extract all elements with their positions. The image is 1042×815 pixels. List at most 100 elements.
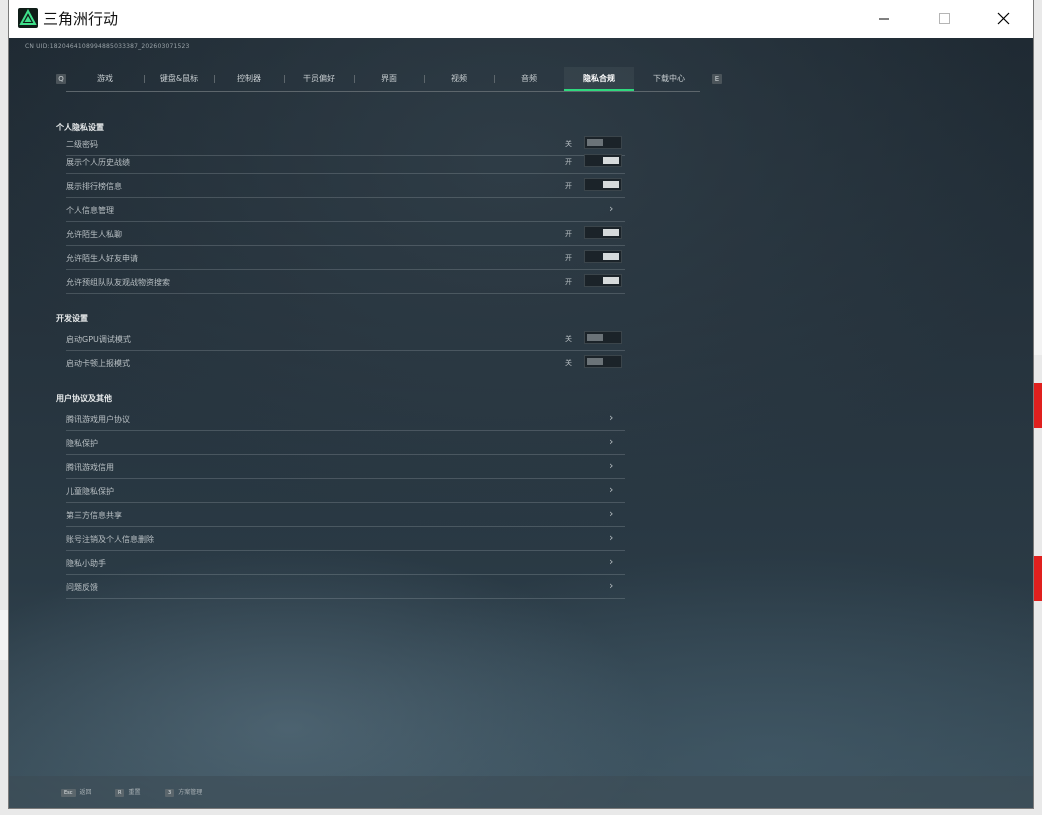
toggle-knob [603, 253, 619, 260]
chevron-right-icon: › [609, 531, 614, 544]
chevron-right-icon: › [609, 435, 614, 448]
row-label: 个人信息管理 [66, 206, 114, 215]
row-label: 隐私保护 [66, 439, 98, 448]
toggle-state-label: 开 [565, 230, 572, 238]
chevron-right-icon: › [609, 507, 614, 520]
toggle-switch[interactable] [584, 178, 622, 191]
tab-privacy-compliance[interactable]: 隐私合规 [564, 67, 634, 91]
setting-row-show-history[interactable]: 展示个人历史战绩 开 [66, 150, 625, 174]
toggle-knob [603, 229, 619, 236]
tab-interface[interactable]: 界面 [354, 67, 424, 91]
setting-row-personal-info[interactable]: 个人信息管理 › [66, 198, 625, 222]
toggle-switch[interactable] [584, 154, 622, 167]
link-row-account-deletion[interactable]: 账号注销及个人信息删除 › [66, 527, 625, 551]
hint-label: 返回 [79, 789, 92, 796]
row-label: 腾讯游戏信用 [66, 463, 114, 472]
chevron-right-icon: › [609, 411, 614, 424]
chevron-right-icon: › [609, 202, 614, 215]
link-row-feedback[interactable]: 问题反馈 › [66, 575, 625, 599]
key-badge: 3 [165, 789, 175, 797]
row-label: 启动卡顿上报模式 [66, 359, 130, 368]
delta-force-logo-icon [18, 8, 38, 28]
tab-next-key[interactable]: E [712, 74, 722, 84]
chevron-right-icon: › [609, 579, 614, 592]
background-window-strip-left [0, 610, 9, 660]
row-label: 启动GPU调试模式 [66, 335, 131, 344]
tab-audio[interactable]: 音频 [494, 67, 564, 91]
toggle-switch[interactable] [584, 355, 622, 368]
toggle-knob [603, 181, 619, 188]
section-title-agreements: 用户协议及其他 [56, 394, 112, 403]
toggle-state-label: 关 [565, 359, 572, 367]
row-label: 儿童隐私保护 [66, 487, 114, 496]
background-red-block-2 [1033, 556, 1042, 601]
row-label: 账号注销及个人信息删除 [66, 535, 154, 544]
row-label: 问题反馈 [66, 583, 98, 592]
game-settings-screen: CN UID:1820464108994885033387_2026030715… [9, 38, 1033, 808]
tab-prev-key[interactable]: Q [56, 74, 66, 84]
section-title-dev: 开发设置 [56, 314, 88, 323]
toggle-state-label: 开 [565, 278, 572, 286]
window-title: 三角洲行动 [43, 10, 119, 28]
link-row-game-credit[interactable]: 腾讯游戏信用 › [66, 455, 625, 479]
link-row-user-agreement[interactable]: 腾讯游戏用户协议 › [66, 407, 625, 431]
setting-row-stranger-chat[interactable]: 允许陌生人私聊 开 [66, 222, 625, 246]
chevron-right-icon: › [609, 459, 614, 472]
link-row-third-party-sharing[interactable]: 第三方信息共享 › [66, 503, 625, 527]
toggle-switch[interactable] [584, 136, 622, 149]
toggle-state-label: 开 [565, 182, 572, 190]
toggle-knob [603, 277, 619, 284]
key-badge: R [115, 789, 125, 797]
toggle-state-label: 开 [565, 158, 572, 166]
hint-label: 方案管理 [178, 789, 203, 796]
setting-row-stranger-friend-request[interactable]: 允许陌生人好友申请 开 [66, 246, 625, 270]
toggle-knob [587, 334, 603, 341]
tab-operator-preference[interactable]: 干员偏好 [284, 67, 354, 91]
tab-download-center[interactable]: 下载中心 [634, 67, 704, 91]
toggle-knob [603, 157, 619, 164]
row-label: 展示排行榜信息 [66, 182, 122, 191]
toggle-switch[interactable] [584, 274, 622, 287]
hint-label: 重置 [128, 789, 141, 796]
hint-back[interactable]: Esc 返回 [61, 787, 92, 797]
title-bar: 三角洲行动 [9, 0, 1033, 38]
toggle-state-label: 关 [565, 140, 572, 148]
setting-row-stutter-report[interactable]: 启动卡顿上报模式 关 [66, 351, 625, 374]
link-row-child-privacy[interactable]: 儿童隐私保护 › [66, 479, 625, 503]
close-button[interactable] [980, 0, 1026, 38]
toggle-switch[interactable] [584, 331, 622, 344]
tab-video[interactable]: 视频 [424, 67, 494, 91]
link-row-privacy-protection[interactable]: 隐私保护 › [66, 431, 625, 455]
chevron-right-icon: › [609, 483, 614, 496]
setting-row-gpu-debug[interactable]: 启动GPU调试模式 关 [66, 327, 625, 351]
row-label: 允许陌生人好友申请 [66, 254, 138, 263]
maximize-button[interactable] [921, 0, 967, 38]
row-label: 展示个人历史战绩 [66, 158, 130, 167]
chevron-right-icon: › [609, 555, 614, 568]
link-row-privacy-assistant[interactable]: 隐私小助手 › [66, 551, 625, 575]
tab-controller[interactable]: 控制器 [214, 67, 284, 91]
row-label: 允许陌生人私聊 [66, 230, 122, 239]
minimize-icon [879, 18, 889, 20]
close-icon [997, 12, 1010, 25]
uid-label: CN UID:1820464108994885033387_2026030715… [25, 43, 190, 50]
toggle-knob [587, 358, 603, 365]
tab-keyboard-mouse[interactable]: 键盘&鼠标 [144, 67, 214, 91]
setting-row-teammate-spectate[interactable]: 允许预组队队友观战物资搜索 开 [66, 270, 625, 294]
row-label: 二级密码 [66, 140, 98, 149]
maximize-icon [939, 13, 950, 24]
toggle-switch[interactable] [584, 226, 622, 239]
hint-reset[interactable]: R 重置 [115, 787, 141, 797]
hint-scheme-management[interactable]: 3 方案管理 [165, 787, 202, 797]
row-label: 第三方信息共享 [66, 511, 122, 520]
background-window-strip [1033, 120, 1042, 355]
row-label: 腾讯游戏用户协议 [66, 415, 130, 424]
key-badge: Esc [61, 789, 76, 797]
bottom-hint-bar: Esc 返回 R 重置 3 方案管理 [9, 776, 1033, 808]
setting-row-show-leaderboard[interactable]: 展示排行榜信息 开 [66, 174, 625, 198]
tab-game[interactable]: 游戏 [66, 67, 144, 91]
toggle-switch[interactable] [584, 250, 622, 263]
minimize-button[interactable] [861, 0, 907, 38]
background-red-block [1033, 383, 1042, 428]
settings-tab-bar: 游戏 键盘&鼠标 控制器 干员偏好 界面 视频 音频 隐私合规 下载中心 [66, 67, 700, 92]
